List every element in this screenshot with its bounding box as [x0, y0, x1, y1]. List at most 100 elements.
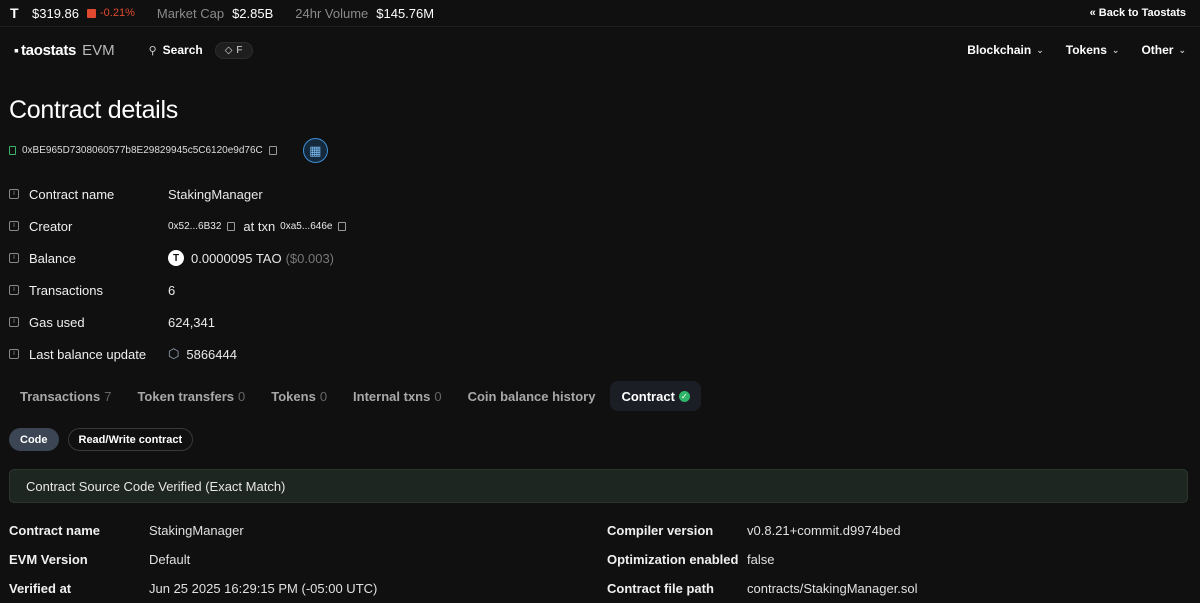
tab-coin-balance-history[interactable]: Coin balance history [457, 381, 607, 411]
detail-row-transactions: i Transactions 6 [9, 274, 609, 306]
tab-count: 0 [434, 388, 442, 404]
main-navbar: ▪ taostats EVM ⚲ Search ◇ F Blockchain ⌄… [0, 27, 1200, 73]
verification-status-banner: Contract Source Code Verified (Exact Mat… [9, 469, 1188, 503]
block-number-link[interactable]: 5866444 [186, 347, 237, 362]
meta-row: Contract file path contracts/StakingMana… [607, 574, 918, 603]
meta-label: Verified at [9, 581, 72, 596]
info-icon[interactable]: i [9, 285, 19, 295]
tab-label: Transactions [20, 388, 101, 404]
tab-label: Contract [621, 388, 675, 404]
contract-address[interactable]: 0xBE965D7308060577b8E29829945c5C6120e9d7… [22, 145, 263, 156]
search-shortcut-badge: ◇ F [214, 41, 253, 59]
contract-details-list: i Contract name StakingManager i Creator… [9, 178, 609, 370]
tab-tokens[interactable]: Tokens 0 [260, 381, 338, 411]
market-cap-label: Market Cap [156, 5, 225, 21]
tab-label: Coin balance history [467, 388, 596, 404]
price-change: -0.21% [100, 7, 135, 19]
meta-value: false [747, 552, 775, 567]
nav-menu-other[interactable]: Other ⌄ [1141, 43, 1186, 57]
detail-row-balance: i Balance T 0.0000095 TAO ($0.003) [9, 242, 609, 274]
qr-code-icon: ▦ [309, 142, 322, 158]
info-icon[interactable]: i [9, 253, 19, 263]
detail-value: 0x52...6B32 at txn 0xa5...646e [168, 218, 347, 234]
volume-label: 24hr Volume [295, 5, 369, 21]
detail-label: Transactions [29, 282, 103, 298]
tab-transactions[interactable]: Transactions 7 [9, 381, 122, 411]
tab-label: Token transfers [137, 388, 235, 404]
detail-label: Creator [29, 218, 73, 234]
market-ticker-bar: T $319.86 -0.21% Market Cap $2.85B 24hr … [0, 0, 1200, 27]
verification-status-text: Contract Source Code Verified (Exact Mat… [26, 478, 286, 494]
creator-address-link[interactable]: 0x52...6B32 [168, 221, 221, 232]
search-icon: ⚲ [148, 44, 157, 57]
nav-menu: Blockchain ⌄ Tokens ⌄ Other ⌄ [967, 43, 1186, 57]
nav-menu-label: Tokens [1065, 43, 1107, 57]
tab-label: Tokens [271, 388, 316, 404]
brand-suffix: EVM [82, 41, 115, 59]
copy-icon[interactable] [227, 221, 236, 231]
detail-value: StakingManager [168, 186, 263, 202]
nav-menu-tokens[interactable]: Tokens ⌄ [1066, 43, 1120, 57]
meta-label: Compiler version [607, 523, 714, 538]
detail-row-creator: i Creator 0x52...6B32 at txn 0xa5...646e [9, 210, 609, 242]
search-label: Search [162, 43, 203, 57]
creator-txn-link[interactable]: 0xa5...646e [280, 221, 332, 232]
detail-label: Last balance update [29, 346, 147, 362]
detail-label: Balance [29, 250, 76, 266]
balance-value: 0.0000095 TAO [191, 250, 282, 266]
nav-menu-blockchain[interactable]: Blockchain ⌄ [967, 43, 1044, 57]
meta-label: EVM Version [9, 552, 88, 567]
copy-icon[interactable] [268, 146, 277, 155]
meta-label: Optimization enabled [607, 552, 739, 567]
qr-code-button[interactable]: ▦ [302, 138, 328, 163]
at-txn-label: at txn [243, 218, 276, 234]
command-key-icon: ◇ [224, 44, 233, 56]
detail-label: Contract name [29, 186, 115, 202]
meta-value: Jun 25 2025 16:29:15 PM (-05:00 UTC) [149, 581, 378, 596]
meta-row: Contract name StakingManager [9, 516, 377, 545]
meta-row: EVM Version Default [9, 545, 377, 574]
tao-price: $319.86 [32, 5, 79, 21]
search-button[interactable]: ⚲ Search [149, 43, 203, 57]
info-icon[interactable]: i [9, 189, 19, 199]
meta-value: contracts/StakingManager.sol [747, 581, 918, 596]
info-icon[interactable]: i [9, 221, 19, 231]
meta-row: Optimization enabled false [607, 545, 918, 574]
contract-tabs: Transactions 7 Token transfers 0 Tokens … [9, 381, 701, 411]
tab-label: Internal txns [353, 388, 431, 404]
detail-label: Gas used [29, 314, 85, 330]
detail-value: 624,341 [168, 314, 215, 330]
back-to-taostats-link[interactable]: « Back to Taostats [1090, 7, 1186, 19]
copy-icon[interactable] [338, 221, 347, 231]
brand-logo[interactable]: ▪ taostats EVM [14, 42, 115, 59]
price-down-icon [87, 8, 96, 18]
page-title: Contract details [9, 96, 178, 124]
detail-value: T 0.0000095 TAO ($0.003) [168, 250, 334, 266]
detail-row-gas-used: i Gas used 624,341 [9, 306, 609, 338]
subtab-code[interactable]: Code [9, 428, 59, 451]
meta-label: Contract file path [607, 581, 714, 596]
shortcut-key: F [236, 44, 243, 56]
meta-label: Contract name [9, 523, 101, 538]
meta-row: Compiler version v0.8.21+commit.d9974bed [607, 516, 918, 545]
tab-count: 7 [104, 388, 112, 404]
tab-count: 0 [319, 388, 328, 404]
nav-menu-label: Blockchain [967, 43, 1032, 57]
subtab-read-write-contract[interactable]: Read/Write contract [67, 428, 194, 451]
balance-usd: ($0.003) [285, 250, 335, 266]
chevron-down-icon: ⌄ [1036, 44, 1044, 55]
tab-contract[interactable]: Contract ✓ [610, 381, 701, 411]
contract-subtabs: Code Read/Write contract [9, 428, 194, 451]
tao-coin-icon: T [168, 250, 184, 266]
tab-token-transfers[interactable]: Token transfers 0 [126, 381, 256, 411]
chevron-down-icon: ⌄ [1111, 44, 1120, 55]
detail-row-contract-name: i Contract name StakingManager [9, 178, 609, 210]
meta-value: StakingManager [149, 523, 244, 538]
info-icon[interactable]: i [9, 317, 19, 327]
info-icon[interactable]: i [9, 349, 19, 359]
nav-menu-label: Other [1141, 43, 1174, 57]
tab-internal-txns[interactable]: Internal txns 0 [342, 381, 453, 411]
contract-meta-right: Compiler version v0.8.21+commit.d9974bed… [607, 516, 918, 603]
chevron-down-icon: ⌄ [1178, 44, 1186, 55]
detail-value: 6 [168, 282, 176, 298]
